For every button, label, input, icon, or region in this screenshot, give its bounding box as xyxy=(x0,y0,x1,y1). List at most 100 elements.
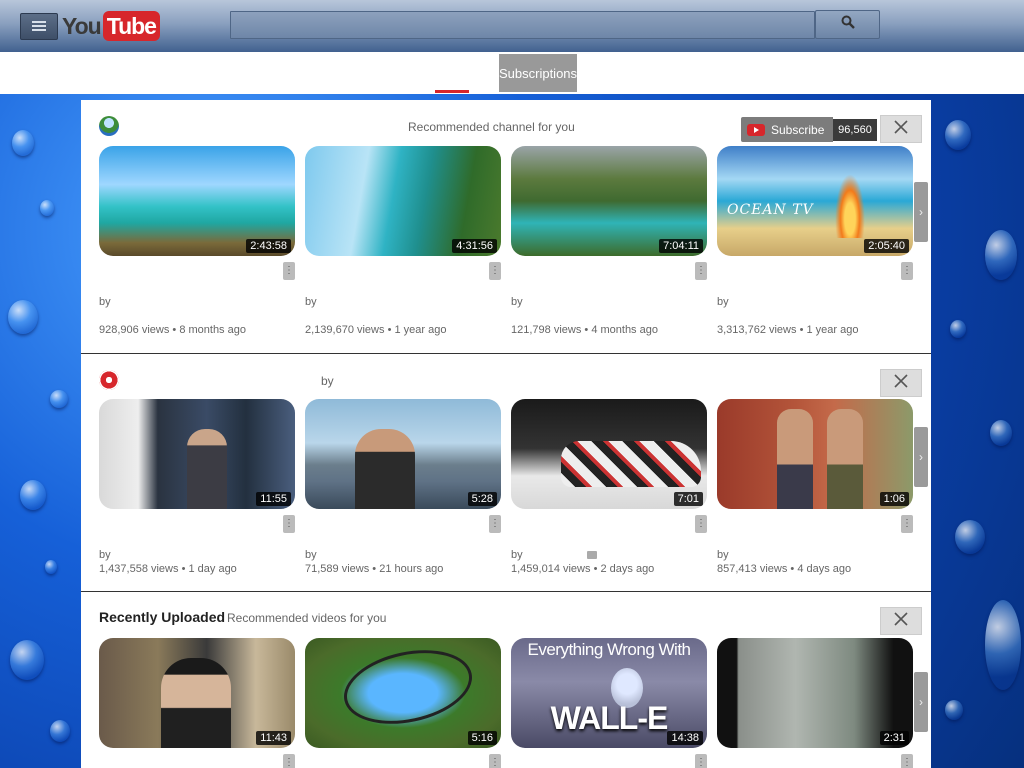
video-thumbnail[interactable]: 5:16 xyxy=(305,638,501,748)
upload-age: 4 days ago xyxy=(797,563,852,575)
more-options-icon[interactable]: ⋮ xyxy=(283,262,295,280)
dismiss-button[interactable] xyxy=(880,115,922,143)
upload-age: 1 day ago xyxy=(188,563,237,575)
close-icon xyxy=(893,610,909,633)
channel-avatar[interactable] xyxy=(99,370,119,390)
shelf-channel-videos: by 11:55 5:28 7:01 1:06 ⋮ ⋮ ⋮ ⋮ › by by … xyxy=(81,354,931,592)
guide-menu-button[interactable] xyxy=(20,13,58,40)
video-thumbnail[interactable]: Everything Wrong With WALL-E 14:38 xyxy=(511,638,707,748)
separator: • xyxy=(372,563,377,575)
video-thumbnail[interactable]: 11:43 xyxy=(99,638,295,748)
verified-icon xyxy=(586,551,597,560)
video-duration: 7:01 xyxy=(673,492,703,506)
channel-avatar[interactable] xyxy=(99,116,119,136)
video-duration: 11:55 xyxy=(256,492,291,506)
more-options-icon[interactable]: ⋮ xyxy=(901,515,913,533)
video-duration: 5:16 xyxy=(467,731,497,745)
video-duration: 5:28 xyxy=(467,492,497,506)
video-stats: 1,437,558 views • 1 day ago xyxy=(99,563,237,575)
video-thumbnail[interactable]: 7:01 xyxy=(511,399,707,509)
person-figure xyxy=(827,409,863,509)
video-byline: by xyxy=(717,549,729,561)
video-duration: 1:06 xyxy=(879,492,909,506)
shelf-next-button[interactable]: › xyxy=(914,672,928,732)
upload-age: 21 hours ago xyxy=(379,563,444,575)
video-byline: by xyxy=(511,296,523,308)
shelf-recommended-channel: Recommended channel for you Subscribe 96… xyxy=(81,100,931,354)
host-figure xyxy=(187,429,227,509)
more-options-icon[interactable]: ⋮ xyxy=(695,754,707,768)
more-options-icon[interactable]: ⋮ xyxy=(901,754,913,768)
video-stats: 71,589 views • 21 hours ago xyxy=(305,563,443,575)
feed: Recommended channel for you Subscribe 96… xyxy=(81,100,931,768)
upload-age: 2 days ago xyxy=(600,563,655,575)
video-thumbnail[interactable]: OCEAN TV 2:05:40 xyxy=(717,146,913,256)
search-input[interactable] xyxy=(230,11,815,39)
hamburger-icon xyxy=(32,18,46,36)
video-thumbnail[interactable]: 7:04:11 xyxy=(511,146,707,256)
video-thumbnail[interactable]: 5:28 xyxy=(305,399,501,509)
youtube-play-icon xyxy=(747,123,765,136)
separator: • xyxy=(172,324,177,336)
more-options-icon[interactable]: ⋮ xyxy=(489,754,501,768)
subscribe-label: Subscribe xyxy=(771,122,825,137)
separator: • xyxy=(181,563,186,575)
logo-you-text: You xyxy=(62,12,102,39)
video-duration: 2:43:58 xyxy=(246,239,291,253)
upload-age: 8 months ago xyxy=(179,324,246,336)
search-button[interactable] xyxy=(815,10,880,39)
shelf-title[interactable]: Recently Uploaded xyxy=(99,609,225,625)
shelf-subtitle: Recommended channel for you xyxy=(408,120,575,134)
more-options-icon[interactable]: ⋮ xyxy=(489,515,501,533)
dismiss-button[interactable] xyxy=(880,607,922,635)
video-byline: by xyxy=(511,549,597,561)
tab-active-indicator xyxy=(435,90,469,93)
video-byline: by xyxy=(717,296,729,308)
tab-subscriptions[interactable]: Subscriptions xyxy=(499,54,577,92)
video-thumbnail[interactable]: 2:31 xyxy=(717,638,913,748)
video-duration: 2:31 xyxy=(879,731,909,745)
video-thumbnail[interactable]: 4:31:56 xyxy=(305,146,501,256)
more-options-icon[interactable]: ⋮ xyxy=(283,515,295,533)
more-options-icon[interactable]: ⋮ xyxy=(283,754,295,768)
person-figure xyxy=(777,409,813,509)
video-stats: 1,459,014 views • 2 days ago xyxy=(511,563,654,575)
upload-age: 1 year ago xyxy=(394,324,447,336)
masthead: You Tube xyxy=(0,0,1024,52)
more-options-icon[interactable]: ⋮ xyxy=(489,262,501,280)
video-duration: 7:04:11 xyxy=(659,239,703,253)
dismiss-button[interactable] xyxy=(880,369,922,397)
video-byline: by xyxy=(99,296,111,308)
thumbnail-overlay-text: Everything Wrong With xyxy=(527,640,691,659)
separator: • xyxy=(593,563,598,575)
byline-text: by xyxy=(511,549,523,561)
more-options-icon[interactable]: ⋮ xyxy=(901,262,913,280)
shelf-subtitle: by xyxy=(321,374,334,388)
video-duration: 14:38 xyxy=(667,731,703,745)
upload-age: 1 year ago xyxy=(806,324,859,336)
separator: • xyxy=(387,324,392,336)
view-count: 1,437,558 views xyxy=(99,563,179,575)
logo-tube-text: Tube xyxy=(102,11,160,41)
shelf-subtitle: Recommended videos for you xyxy=(227,611,387,625)
car-graphic xyxy=(561,441,701,487)
shelf-next-button[interactable]: › xyxy=(914,427,928,487)
video-stats: 2,139,670 views • 1 year ago xyxy=(305,324,446,336)
close-icon xyxy=(893,372,909,395)
youtube-logo[interactable]: You Tube xyxy=(62,11,160,41)
video-duration: 2:05:40 xyxy=(864,239,909,253)
video-duration: 4:31:56 xyxy=(452,239,497,253)
more-options-icon[interactable]: ⋮ xyxy=(695,515,707,533)
video-thumbnail[interactable]: 11:55 xyxy=(99,399,295,509)
shelf-next-button[interactable]: › xyxy=(914,182,928,242)
search-icon xyxy=(841,15,855,34)
more-options-icon[interactable]: ⋮ xyxy=(695,262,707,280)
video-stats: 3,313,762 views • 1 year ago xyxy=(717,324,858,336)
video-thumbnail[interactable]: 1:06 xyxy=(717,399,913,509)
shelf-header: Recently Uploaded Recommended videos for… xyxy=(99,606,919,630)
video-stats: 857,413 views • 4 days ago xyxy=(717,563,851,575)
subscribe-button[interactable]: Subscribe xyxy=(741,117,833,142)
video-thumbnail[interactable]: 2:43:58 xyxy=(99,146,295,256)
close-icon xyxy=(893,118,909,141)
video-duration: 11:43 xyxy=(256,731,291,745)
